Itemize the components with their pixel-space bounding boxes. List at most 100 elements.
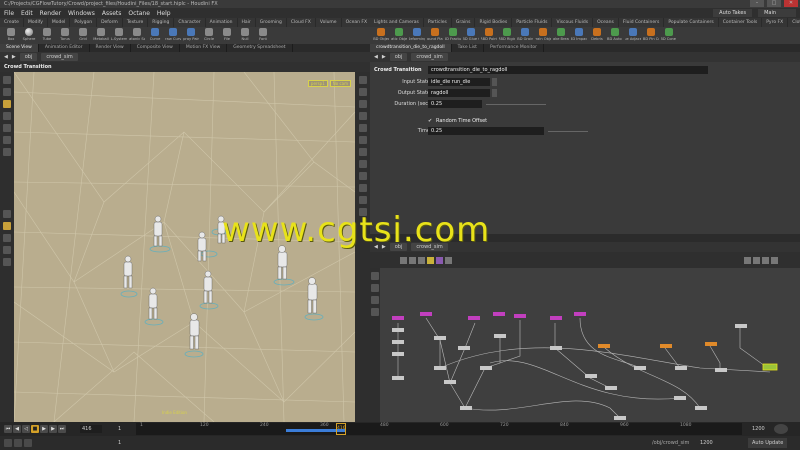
node-name-field[interactable]: crowdtransition_die_to_ragdoll: [428, 66, 708, 74]
handle-tool-icon[interactable]: [3, 100, 11, 108]
step-forward-icon[interactable]: ▶: [49, 425, 57, 433]
ghost-icon[interactable]: [358, 148, 367, 156]
shelf-tool-make-break[interactable]: Make Break.: [553, 28, 569, 43]
tab-motion-fx-view[interactable]: Motion FX View: [180, 44, 228, 52]
shelf-tool-terrain-object[interactable]: Terrain Object: [535, 28, 551, 43]
play-reverse-icon[interactable]: ◁: [22, 425, 30, 433]
shelf-tab-grains[interactable]: Grains: [452, 18, 476, 27]
snap-icon[interactable]: [3, 210, 11, 218]
shelf-tool-box[interactable]: Box: [3, 28, 19, 43]
shelf-tab-rigging[interactable]: Rigging: [148, 18, 175, 27]
normals-icon[interactable]: [358, 136, 367, 144]
desktop-dropdown[interactable]: Main: [758, 9, 796, 17]
scale-tool-icon[interactable]: [3, 136, 11, 144]
lighting-icon[interactable]: [358, 88, 367, 96]
start-frame-field[interactable]: 1: [118, 425, 121, 433]
select-mode-icon[interactable]: [371, 272, 379, 280]
shelf-tab-character[interactable]: Character: [174, 18, 206, 27]
output-state-dropdown-icon[interactable]: [492, 89, 497, 97]
shelf-tab-volume[interactable]: Volume: [316, 18, 342, 27]
key-icon[interactable]: [4, 439, 12, 447]
back-arrow-icon[interactable]: ◀: [374, 244, 378, 250]
maximize-button[interactable]: □: [767, 0, 781, 7]
shelf-tab-oceans[interactable]: Oceans: [593, 18, 619, 27]
duration-slider[interactable]: [486, 104, 546, 105]
keys-channel-icon[interactable]: [24, 439, 32, 447]
shelf-tab-viscous-fluids[interactable]: Viscous Fluids: [552, 18, 594, 27]
tab-composite-view[interactable]: Composite View: [131, 44, 180, 52]
layout-icon[interactable]: [445, 256, 452, 264]
path-crowd-sim[interactable]: crowd_sim: [41, 53, 78, 61]
path-obj[interactable]: obj: [19, 53, 38, 61]
help-icon[interactable]: [771, 256, 778, 264]
forward-arrow-icon[interactable]: ▶: [12, 54, 16, 60]
forward-arrow-icon[interactable]: ▶: [382, 244, 386, 250]
list-view-icon[interactable]: [418, 256, 425, 264]
network-box-icon[interactable]: [436, 256, 443, 264]
camera-nocam-label[interactable]: No cam: [329, 80, 351, 87]
shelf-tab-particles[interactable]: Particles: [424, 18, 452, 27]
shelf-tab-deform[interactable]: Deform: [97, 18, 123, 27]
shelf-tool-rbd-impacts[interactable]: RBD Impacts: [571, 28, 587, 43]
shelf-tool-tube[interactable]: Tube: [39, 28, 55, 43]
random-offset-checkbox[interactable]: ✔: [428, 117, 432, 126]
shelf-tab-fluid-containers[interactable]: Fluid Containers: [619, 18, 665, 27]
shelf-tab-ocean-fx[interactable]: Ocean FX: [342, 18, 370, 27]
shelf-tool-torus[interactable]: Torus: [57, 28, 73, 43]
shelf-tab-lights-and-cameras[interactable]: Lights and Cameras: [370, 18, 424, 27]
stop-icon[interactable]: ■: [31, 425, 39, 433]
zoom-mode-icon[interactable]: [371, 296, 379, 304]
jump-end-icon[interactable]: ⏭: [58, 425, 66, 433]
display-options-icon[interactable]: [358, 76, 367, 84]
shelf-tool-spray-paint[interactable]: Spray Paint: [183, 28, 199, 43]
shelf-tool-file[interactable]: File: [219, 28, 235, 43]
shelf-tab-modify[interactable]: Modify: [24, 18, 48, 27]
shading-icon[interactable]: [358, 100, 367, 108]
filter-icon[interactable]: [762, 256, 769, 264]
timeline-track[interactable]: 1 120 240 360 480 600 720 840 960 1080 416: [136, 423, 742, 435]
auto-takes-dropdown[interactable]: Auto Takes: [713, 9, 753, 17]
shelf-tab-particle-fluids[interactable]: Particle Fluids: [512, 18, 553, 27]
shelf-tool-rbd-fracture[interactable]: RBD Fracture: [445, 28, 461, 43]
shelf-tab-rigid-bodies[interactable]: Rigid Bodies: [475, 18, 513, 27]
shelf-tab-cloth[interactable]: Cloth: [788, 18, 800, 27]
grid-icon[interactable]: [358, 196, 367, 204]
playhead-marker[interactable]: 416: [336, 423, 346, 435]
shelf-tool-font[interactable]: Font: [255, 28, 271, 43]
add-node-icon[interactable]: [400, 256, 407, 264]
tab-animation-editor[interactable]: Animation Editor: [39, 44, 90, 52]
zoom-icon[interactable]: [744, 256, 751, 264]
realtime-toggle-icon[interactable]: [774, 424, 788, 434]
time-slider[interactable]: [548, 131, 588, 132]
step-back-icon[interactable]: ◀: [13, 425, 21, 433]
shelf-tab-create[interactable]: Create: [0, 18, 24, 27]
back-arrow-icon[interactable]: ◀: [374, 54, 378, 60]
tab-geometry-spreadsheet[interactable]: Geometry Spreadsheet: [227, 44, 293, 52]
menu-help[interactable]: Help: [157, 10, 171, 17]
menu-assets[interactable]: Assets: [102, 10, 122, 17]
auto-update-dropdown[interactable]: Auto Update: [748, 438, 788, 448]
sticky-note-icon[interactable]: [427, 256, 434, 264]
camera-persp-label[interactable]: persp1: [307, 80, 328, 87]
shelf-tool-metaball[interactable]: Metaball: [93, 28, 109, 43]
start-frame-status[interactable]: 1: [118, 439, 121, 447]
shelf-tool-platonic-sol[interactable]: Platonic Sol.: [129, 28, 145, 43]
grid-view-icon[interactable]: [409, 256, 416, 264]
shelf-tab-pyro-fx[interactable]: Pyro FX: [762, 18, 789, 27]
tab-crowdtransition-die-to-ragdoll[interactable]: crowdtransition_die_to_ragdoll: [370, 44, 452, 52]
shelf-tool-rbd-point[interactable]: RBD Point: [481, 28, 497, 43]
shelf-tab-texture[interactable]: Texture: [123, 18, 149, 27]
menu-render[interactable]: Render: [40, 10, 61, 17]
tab-performance-monitor[interactable]: Performance Monitor: [484, 44, 545, 52]
path-obj[interactable]: obj: [389, 243, 408, 251]
shelf-tool-rbd-pin-co[interactable]: RBD Pin Co.: [643, 28, 659, 43]
shelf-tab-hair[interactable]: Hair: [238, 18, 256, 27]
path-crowd-sim[interactable]: crowd_sim: [411, 53, 448, 61]
tab-render-view[interactable]: Render View: [90, 44, 131, 52]
input-state-field[interactable]: idle_die run_die: [428, 78, 490, 86]
shelf-tool-static-object[interactable]: Static Object: [391, 28, 407, 43]
view-tool-icon[interactable]: [3, 88, 11, 96]
path-crowd-sim[interactable]: crowd_sim: [411, 243, 448, 251]
shelf-tool-rbd-glue-o[interactable]: RBD Glue O.: [463, 28, 479, 43]
templates-icon[interactable]: [358, 160, 367, 168]
